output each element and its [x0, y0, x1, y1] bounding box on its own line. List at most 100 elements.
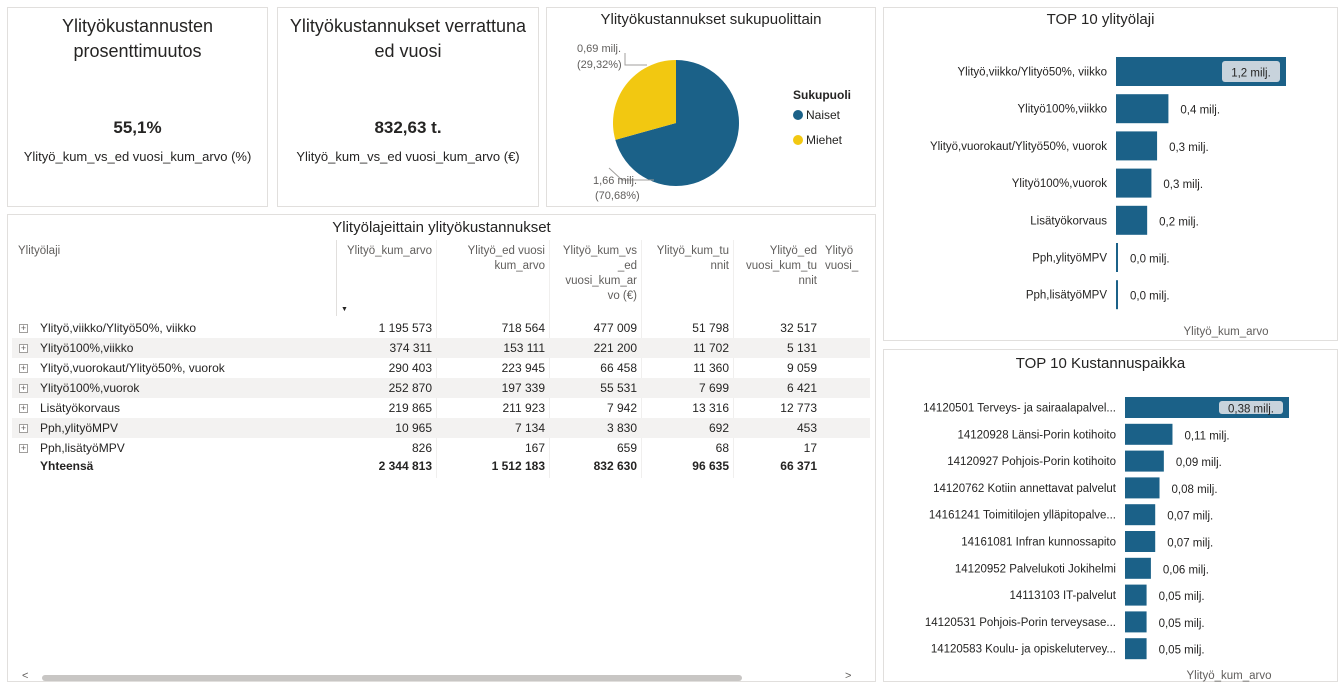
bar-category-label: 14120927 Pohjois-Porin kotihoito: [947, 456, 1116, 468]
table-cell: 17: [803, 441, 817, 455]
bar[interactable]: [1125, 504, 1156, 526]
bar[interactable]: [1125, 638, 1147, 660]
bar[interactable]: [1125, 450, 1164, 472]
header-divider: [336, 240, 337, 316]
table-cell: 211 923: [502, 401, 546, 415]
table-row-label[interactable]: Pph,lisätyöMPV: [40, 438, 125, 458]
bar-category-label: 14120583 Koulu- ja opiskelutervey...: [931, 644, 1116, 656]
column-header[interactable]: vo (€): [553, 289, 637, 304]
column-header[interactable]: Ylityö_kum_tu: [645, 244, 729, 259]
sort-descending-icon[interactable]: ▼: [341, 306, 348, 313]
pie-legend-marker-miehet: [793, 135, 803, 145]
table-cell: 1 195 573: [378, 321, 432, 335]
bar-data-label: 0,11 milj.: [1184, 430, 1229, 442]
table-cell: 219 865: [388, 401, 432, 415]
column-header[interactable]: kum_arvo: [440, 259, 546, 274]
table-cell: 13 316: [692, 401, 729, 415]
column-header[interactable]: vuosi_kum_tu: [737, 259, 817, 274]
kpi-card-percent[interactable]: Ylityökustannusten prosenttimuutos 55,1%…: [7, 7, 268, 207]
column-divider: [733, 240, 734, 478]
column-header[interactable]: nnit: [737, 274, 817, 289]
column-header[interactable]: Ylityö_kum_arvo: [338, 244, 432, 259]
column-header[interactable]: vuosi_kum_ar: [553, 274, 637, 289]
table-cell: 9 059: [786, 361, 817, 375]
bar-data-label: 0,05 milj.: [1159, 591, 1205, 603]
table-total-cell: 96 635: [692, 459, 729, 473]
bar-category-label: 14120501 Terveys- ja sairaalapalvel...: [923, 403, 1116, 415]
expand-row-icon[interactable]: +: [19, 364, 28, 373]
bar[interactable]: [1116, 168, 1152, 198]
expand-row-icon[interactable]: +: [19, 384, 28, 393]
column-header[interactable]: Ylityö_ed: [737, 244, 817, 259]
table-cell: 32 517: [780, 321, 817, 335]
column-header[interactable]: Ylityö_ed vuosi: [440, 244, 545, 259]
bar-data-label: 0,3 milj.: [1169, 142, 1209, 154]
scroll-left-icon[interactable]: <: [22, 670, 28, 682]
bar-data-label: 0,07 milj.: [1167, 511, 1213, 523]
bar[interactable]: [1116, 205, 1148, 235]
expand-row-icon[interactable]: +: [19, 324, 28, 333]
bar-data-label: 0,06 milj.: [1163, 564, 1209, 576]
table-row-header[interactable]: Ylityölaji: [18, 244, 60, 259]
top-ylityolaji-chart[interactable]: Ylityö,viikko/Ylityö50%, viikko 1,2 milj.…: [884, 8, 1339, 342]
kpi-card-vs-prev[interactable]: Ylityökustannukset verrattuna ed vuosi 8…: [277, 7, 539, 207]
table-cell: 197 339: [501, 381, 545, 395]
bar-category-label: 14161241 Toimitilojen ylläpitopalve...: [929, 510, 1116, 522]
scrollbar-thumb[interactable]: [42, 675, 742, 681]
top-ylityolaji-card[interactable]: TOP 10 ylityölaji Ylityö,viikko/Ylityö50…: [883, 7, 1338, 341]
table-row-label[interactable]: Pph,ylityöMPV: [40, 418, 118, 438]
table-row-label[interactable]: Ylityö,vuorokaut/Ylityö50%, vuorok: [40, 358, 225, 378]
expand-row-icon[interactable]: +: [19, 404, 28, 413]
column-header[interactable]: Ylityö: [825, 244, 853, 259]
expand-row-icon[interactable]: +: [19, 444, 28, 453]
table-cell: 66 458: [600, 361, 637, 375]
table-cell: 68: [715, 441, 729, 455]
table-cell: 153 111: [503, 341, 545, 355]
bar-data-label: 1,2 milj.: [1231, 68, 1271, 80]
bar[interactable]: [1125, 557, 1151, 579]
bar[interactable]: [1116, 280, 1118, 310]
scroll-right-icon[interactable]: >: [845, 670, 851, 682]
expand-row-icon[interactable]: +: [19, 344, 28, 353]
table-total-cell: 1 512 183: [491, 459, 545, 473]
column-header[interactable]: nnit: [645, 259, 729, 274]
table-row-label[interactable]: Ylityö,viikko/Ylityö50%, viikko: [40, 318, 196, 338]
bar-data-label: 0,05 milj.: [1159, 645, 1205, 657]
bar[interactable]: [1116, 243, 1118, 272]
bar[interactable]: [1125, 531, 1156, 552]
bar[interactable]: [1125, 423, 1173, 445]
table-total-label: Yhteensä: [40, 459, 94, 473]
kpi-percent-title: Ylityökustannusten prosenttimuutos: [61, 16, 214, 61]
bar[interactable]: [1125, 584, 1147, 606]
bar[interactable]: [1125, 611, 1147, 633]
bar-category-label: Ylityö100%,vuorok: [1012, 178, 1107, 190]
x-axis-title: Ylityö_kum_arvo: [1183, 326, 1268, 338]
table-row-label[interactable]: Ylityö100%,vuorok: [40, 378, 139, 398]
top-kustannuspaikka-chart[interactable]: 14120501 Terveys- ja sairaalapalvel... 0,…: [884, 350, 1339, 683]
pie-chart[interactable]: 0,69 milj. (29,32%) 1,66 milj. (70,68%) …: [547, 8, 877, 208]
table-cell: 167: [524, 441, 545, 455]
pie-legend-naiset[interactable]: Naiset: [806, 108, 841, 122]
table-cell: 477 009: [593, 321, 637, 335]
column-header[interactable]: _ed: [553, 259, 637, 274]
pie-legend-miehet[interactable]: Miehet: [806, 133, 843, 147]
bar[interactable]: [1116, 94, 1169, 124]
table-row-label[interactable]: Lisätyökorvaus: [40, 398, 120, 418]
bar[interactable]: [1116, 131, 1158, 161]
table-cell: 453: [796, 421, 817, 435]
table-cell: 51 798: [692, 321, 729, 335]
table-total-cell: 66 371: [780, 459, 817, 473]
table-cell: 7 942: [606, 401, 637, 415]
table-row-label[interactable]: Ylityö100%,viikko: [40, 338, 133, 358]
top-kustannuspaikka-card[interactable]: TOP 10 Kustannuspaikka 14120501 Terveys-…: [883, 349, 1338, 682]
column-header[interactable]: Ylityö_kum_vs: [553, 244, 637, 259]
pie-card[interactable]: Ylityökustannukset sukupuolittain 0,69 m…: [546, 7, 876, 207]
bar-data-label: 0,07 milj.: [1167, 538, 1213, 550]
pie-label-miehet-value: 0,69 milj.: [577, 43, 621, 55]
bar-data-label: 0,3 milj.: [1163, 179, 1203, 191]
bar-category-label: 14120928 Länsi-Porin kotihoito: [957, 429, 1116, 441]
kpi-vs-prev-label: Ylityö_kum_vs_ed vuosi_kum_arvo (€): [296, 149, 520, 164]
column-header[interactable]: vuosi_: [825, 259, 858, 274]
bar[interactable]: [1125, 477, 1160, 499]
expand-row-icon[interactable]: +: [19, 424, 28, 433]
